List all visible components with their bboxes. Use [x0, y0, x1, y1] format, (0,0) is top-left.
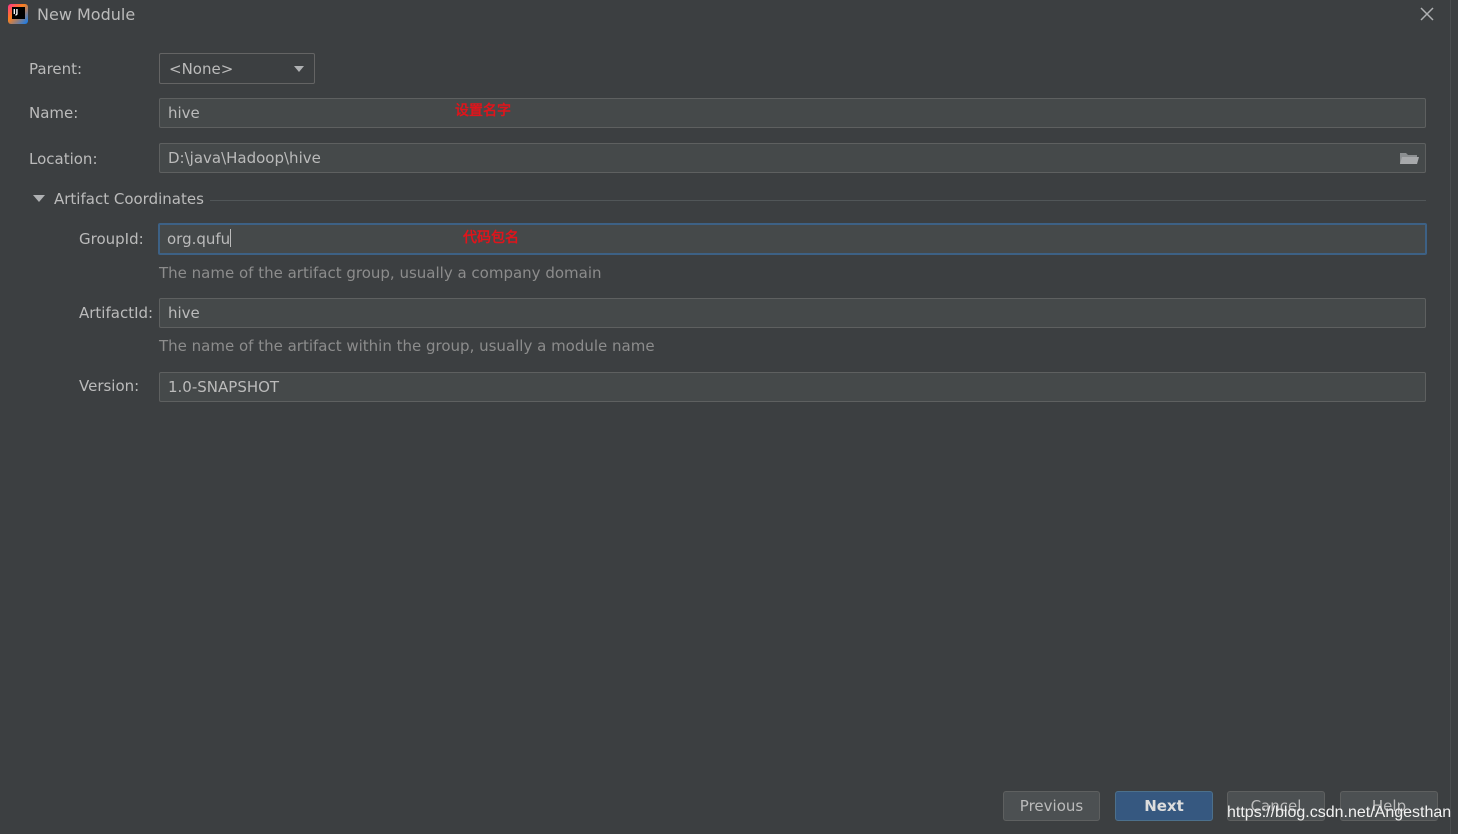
version-input[interactable]: 1.0-SNAPSHOT: [159, 372, 1426, 402]
parent-dropdown-value: <None>: [169, 60, 234, 78]
groupid-annotation: 代码包名: [463, 230, 519, 246]
watermark-text: https://blog.csdn.net/Angesthan: [1227, 804, 1452, 821]
intellij-app-icon: [8, 4, 28, 24]
chevron-down-icon: [294, 66, 304, 72]
artifactid-hint: The name of the artifact within the grou…: [159, 337, 655, 355]
artifactid-input-value: hive: [168, 304, 200, 322]
location-input[interactable]: D:\java\Hadoop\hive: [159, 143, 1426, 173]
window-edge: [1450, 0, 1451, 834]
groupid-input[interactable]: org.qufu: [158, 223, 1427, 255]
title-bar: New Module: [0, 0, 1458, 30]
close-icon[interactable]: [1418, 5, 1436, 23]
name-annotation: 设置名字: [455, 103, 511, 119]
parent-dropdown[interactable]: <None>: [159, 53, 315, 84]
artifact-coordinates-title[interactable]: Artifact Coordinates: [54, 190, 204, 208]
name-input[interactable]: hive: [159, 98, 1426, 128]
window-title: New Module: [37, 5, 136, 24]
section-collapse-icon[interactable]: [33, 195, 45, 202]
groupid-label: GroupId:: [79, 230, 144, 248]
previous-button[interactable]: Previous: [1003, 791, 1100, 821]
artifactid-input[interactable]: hive: [159, 298, 1426, 328]
section-divider: [210, 200, 1426, 201]
groupid-input-value: org.qufu: [167, 230, 231, 248]
name-input-value: hive: [168, 104, 200, 122]
location-label: Location:: [29, 150, 98, 168]
groupid-hint: The name of the artifact group, usually …: [159, 264, 602, 282]
parent-label: Parent:: [29, 60, 83, 78]
text-caret: [230, 229, 232, 247]
folder-icon[interactable]: [1399, 150, 1419, 166]
location-input-value: D:\java\Hadoop\hive: [168, 149, 321, 167]
name-label: Name:: [29, 104, 79, 122]
next-button[interactable]: Next: [1115, 791, 1213, 821]
version-label: Version:: [79, 377, 140, 395]
version-input-value: 1.0-SNAPSHOT: [168, 378, 280, 396]
artifactid-label: ArtifactId:: [79, 304, 154, 322]
